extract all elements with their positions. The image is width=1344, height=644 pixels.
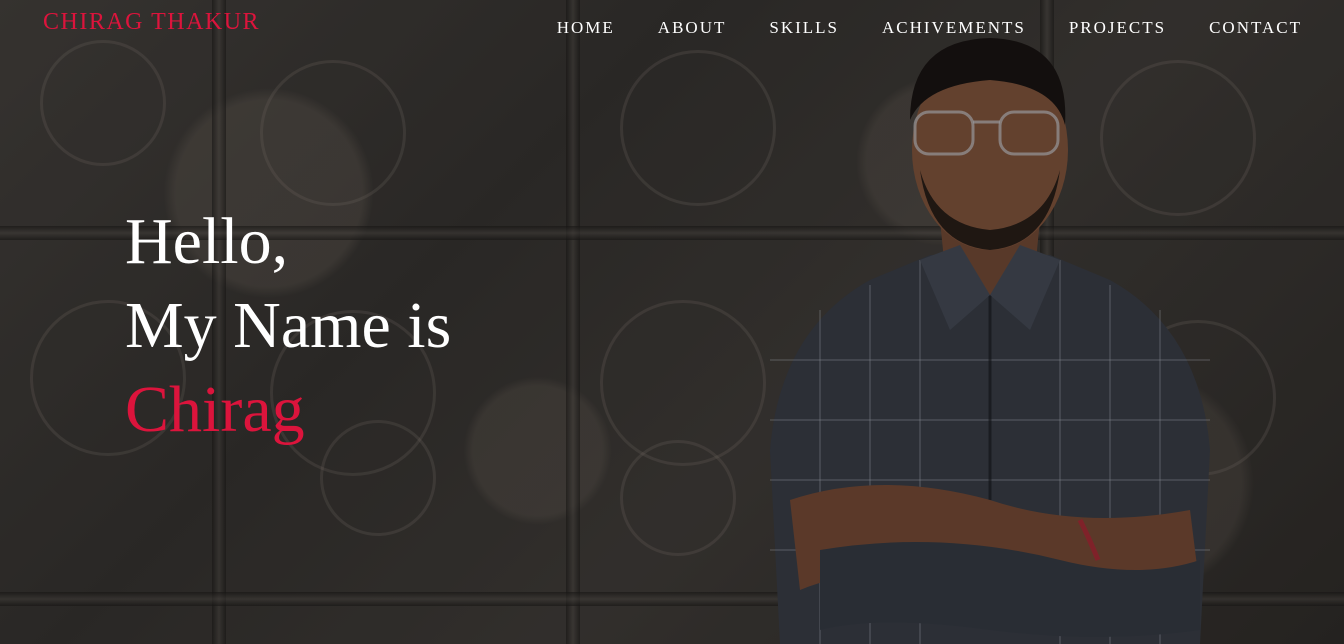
greeting-line-my-name-is: My Name is [125, 289, 452, 362]
site-logo[interactable]: CHIRAG THAKUR [43, 9, 260, 36]
nav-link-contact[interactable]: CONTACT [1209, 18, 1302, 38]
nav-link-projects[interactable]: PROJECTS [1069, 18, 1166, 38]
nav-menu: HOME ABOUT SKILLS ACHIVEMENTS PROJECTS C… [557, 18, 1302, 38]
nav-link-skills[interactable]: SKILLS [769, 18, 839, 38]
nav-link-achivements[interactable]: ACHIVEMENTS [882, 18, 1026, 38]
greeting-name: Chirag [125, 373, 305, 446]
top-navbar: CHIRAG THAKUR HOME ABOUT SKILLS ACHIVEME… [0, 0, 1344, 60]
hero-section: CHIRAG THAKUR HOME ABOUT SKILLS ACHIVEME… [0, 0, 1344, 644]
nav-link-about[interactable]: ABOUT [658, 18, 727, 38]
nav-link-home[interactable]: HOME [557, 18, 615, 38]
hero-greeting: Hello, My Name is Chirag [125, 200, 451, 452]
greeting-line-hello: Hello, [125, 205, 289, 278]
